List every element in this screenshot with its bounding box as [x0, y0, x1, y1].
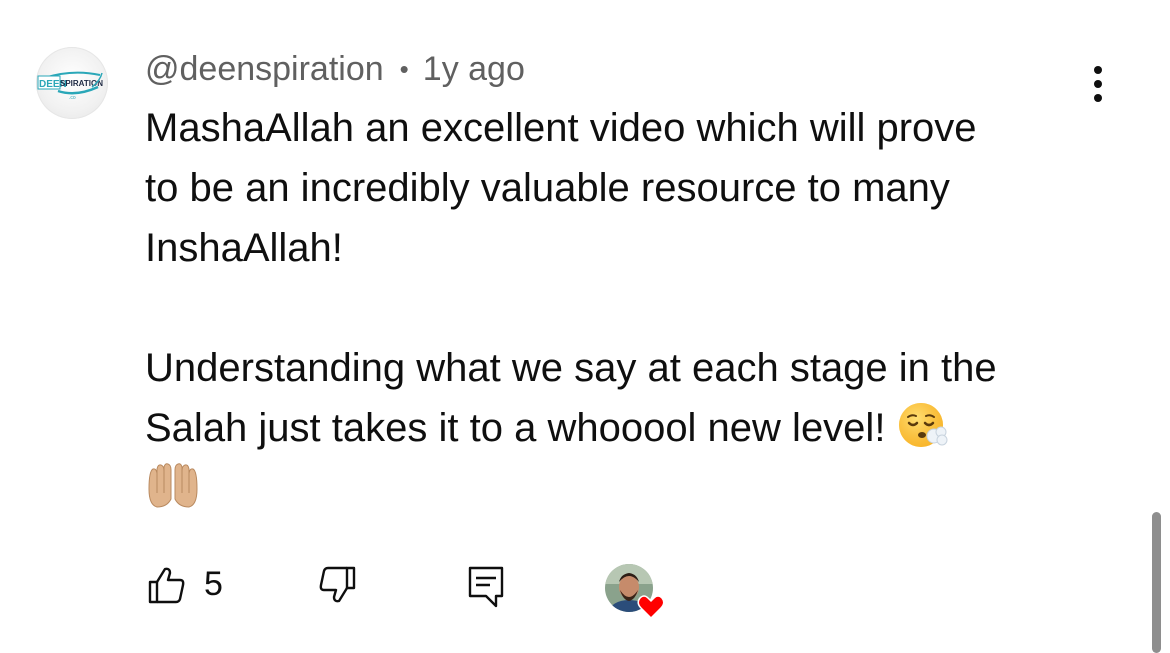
separator-dot: • — [399, 53, 409, 84]
comment-paragraph-2: Understanding what we say at each stage … — [145, 346, 997, 450]
thumbs-down-icon[interactable] — [316, 564, 358, 611]
comment-timestamp[interactable]: 1y ago — [423, 50, 525, 89]
channel-avatar[interactable]: DEEN SPIRATION .co — [36, 47, 108, 119]
author-name[interactable]: @deenspiration — [145, 50, 384, 89]
scrollbar[interactable] — [1152, 512, 1161, 653]
svg-text:.co: .co — [69, 95, 76, 101]
like-count: 5 — [204, 565, 223, 603]
deenspiration-logo: DEEN SPIRATION .co — [37, 71, 103, 101]
thumbs-up-icon[interactable] — [146, 564, 188, 611]
heart-icon — [637, 595, 665, 620]
comment-body: MashaAllah an excellent video which will… — [145, 98, 1105, 518]
comment-paragraph-1: MashaAllah an excellent video which will… — [145, 106, 977, 270]
palms-up-together-emoji — [145, 459, 198, 511]
exhaling-face-emoji — [897, 399, 949, 451]
comment-action-bar: 5 — [0, 556, 1170, 620]
comment-thread: DEEN SPIRATION .co @deenspiration • 1y a… — [0, 0, 1170, 653]
reply-comment-icon[interactable] — [466, 564, 506, 613]
creator-heart-badge[interactable] — [605, 560, 667, 622]
comment-header: @deenspiration • 1y ago — [145, 48, 525, 90]
